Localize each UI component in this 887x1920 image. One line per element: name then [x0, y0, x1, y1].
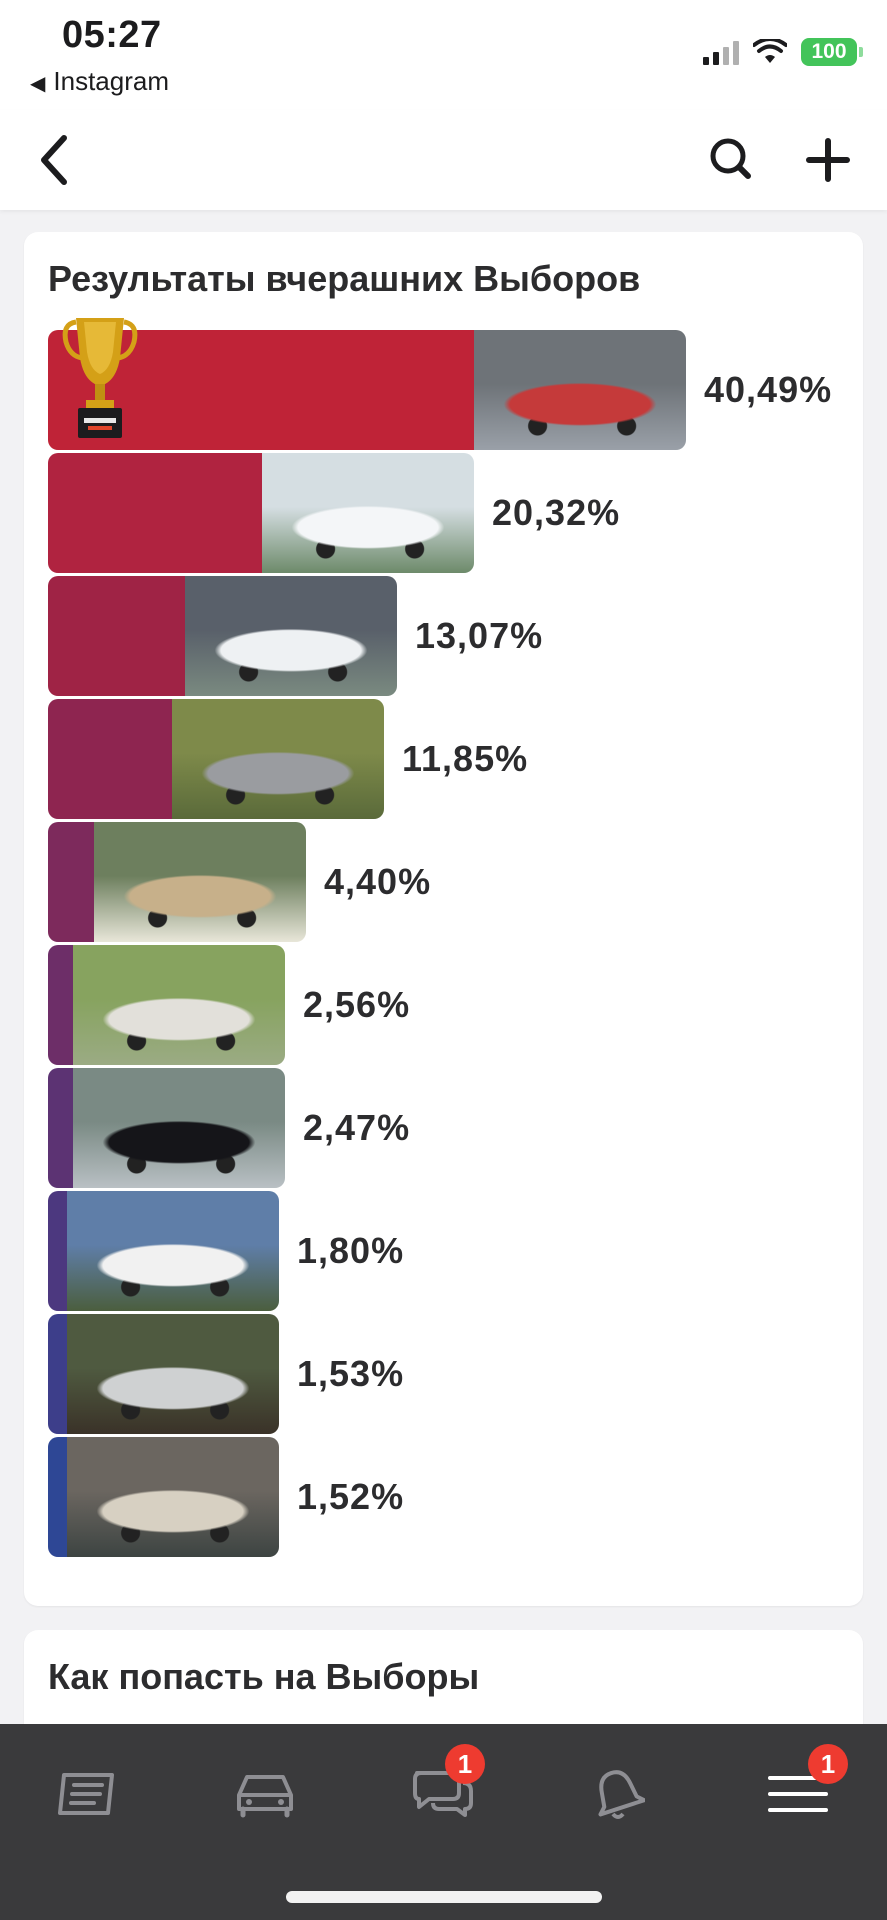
result-row[interactable]: 2,56% [48, 945, 848, 1065]
status-bar: 05:27 ◀ Instagram 100 [0, 0, 887, 110]
result-bar [48, 1437, 279, 1557]
results-card: Результаты вчерашних Выборов 40,49% 20,32… [24, 232, 863, 1606]
cellular-signal-icon [703, 39, 739, 65]
silver-wagon-photo [67, 1314, 279, 1434]
tab-messages[interactable]: 1 [393, 1744, 493, 1834]
result-row[interactable]: 40,49% [48, 330, 848, 450]
result-bar-fill [48, 822, 94, 942]
add-button[interactable] [796, 128, 860, 192]
grey-hatchback-photo [172, 699, 384, 819]
result-bar-fill [48, 1314, 67, 1434]
result-bar-fill [48, 1191, 67, 1311]
result-percent: 1,80% [297, 1230, 405, 1271]
result-row[interactable]: 13,07% [48, 576, 848, 696]
result-percent: 2,47% [303, 1107, 411, 1148]
result-percent: 1,52% [297, 1476, 405, 1517]
menu-badge: 1 [808, 1744, 848, 1784]
search-icon [710, 138, 751, 179]
back-to-app-link[interactable]: ◀ Instagram [30, 66, 169, 97]
chevron-left-icon [41, 135, 67, 185]
result-bar-fill [48, 945, 73, 1065]
result-bar [48, 822, 306, 942]
result-bar [48, 945, 285, 1065]
result-row[interactable]: 1,80% [48, 1191, 848, 1311]
white-crossover-photo [67, 1191, 279, 1311]
result-row[interactable]: 4,40% [48, 822, 848, 942]
result-percent: 2,56% [303, 984, 411, 1025]
back-app-label: Instagram [53, 66, 169, 96]
trophy-icon [62, 318, 138, 438]
result-percent: 40,49% [704, 369, 833, 410]
result-percent: 11,85% [402, 738, 529, 779]
wifi-icon [753, 39, 787, 63]
status-time: 05:27 [62, 14, 162, 56]
search-button[interactable] [700, 128, 764, 192]
back-triangle-icon: ◀ [30, 73, 46, 95]
result-bar [48, 699, 384, 819]
black-sedan-photo [73, 1068, 285, 1188]
result-row[interactable]: 2,47% [48, 1068, 848, 1188]
journal-icon [58, 1773, 114, 1815]
white-minivan-photo [73, 945, 285, 1065]
tab-menu[interactable]: 1 [748, 1744, 848, 1834]
result-bar [48, 1314, 279, 1434]
result-bar [48, 576, 397, 696]
how-to-title: Как попасть на Выборы [48, 1656, 480, 1697]
tab-garage[interactable] [215, 1754, 315, 1834]
results-title: Результаты вчерашних Выборов [48, 258, 641, 299]
result-bar [48, 453, 474, 573]
red-convertible-photo [474, 330, 686, 450]
status-icons: 100 [703, 38, 863, 66]
beige-suv-photo [94, 822, 306, 942]
home-indicator [286, 1891, 602, 1903]
tab-notifications[interactable] [568, 1754, 668, 1834]
tab-feed[interactable] [38, 1754, 138, 1834]
result-row[interactable]: 11,85% [48, 699, 848, 819]
bell-icon [598, 1770, 645, 1819]
white-suv-photo [262, 453, 474, 573]
result-percent: 4,40% [324, 861, 432, 902]
battery-indicator: 100 [801, 38, 863, 66]
result-row[interactable]: 1,53% [48, 1314, 848, 1434]
result-bar-fill [48, 453, 262, 573]
navigation-bar [0, 110, 887, 210]
white-sedan-photo [185, 576, 397, 696]
car-icon [237, 1775, 293, 1818]
messages-badge: 1 [445, 1744, 485, 1784]
result-percent: 13,07% [415, 615, 544, 656]
result-bar-fill [48, 576, 185, 696]
silver-sedan-photo [67, 1437, 279, 1557]
result-bar-fill [48, 699, 172, 819]
result-bar [48, 330, 686, 450]
back-button[interactable] [22, 128, 86, 192]
plus-icon [806, 138, 850, 182]
result-percent: 1,53% [297, 1353, 405, 1394]
result-percent: 20,32% [492, 492, 621, 533]
result-row[interactable]: 1,52% [48, 1437, 848, 1557]
result-row[interactable]: 20,32% [48, 453, 848, 573]
result-bar [48, 1068, 285, 1188]
result-bar [48, 1191, 279, 1311]
result-bar-fill [48, 1437, 67, 1557]
result-bar-fill [48, 1068, 73, 1188]
